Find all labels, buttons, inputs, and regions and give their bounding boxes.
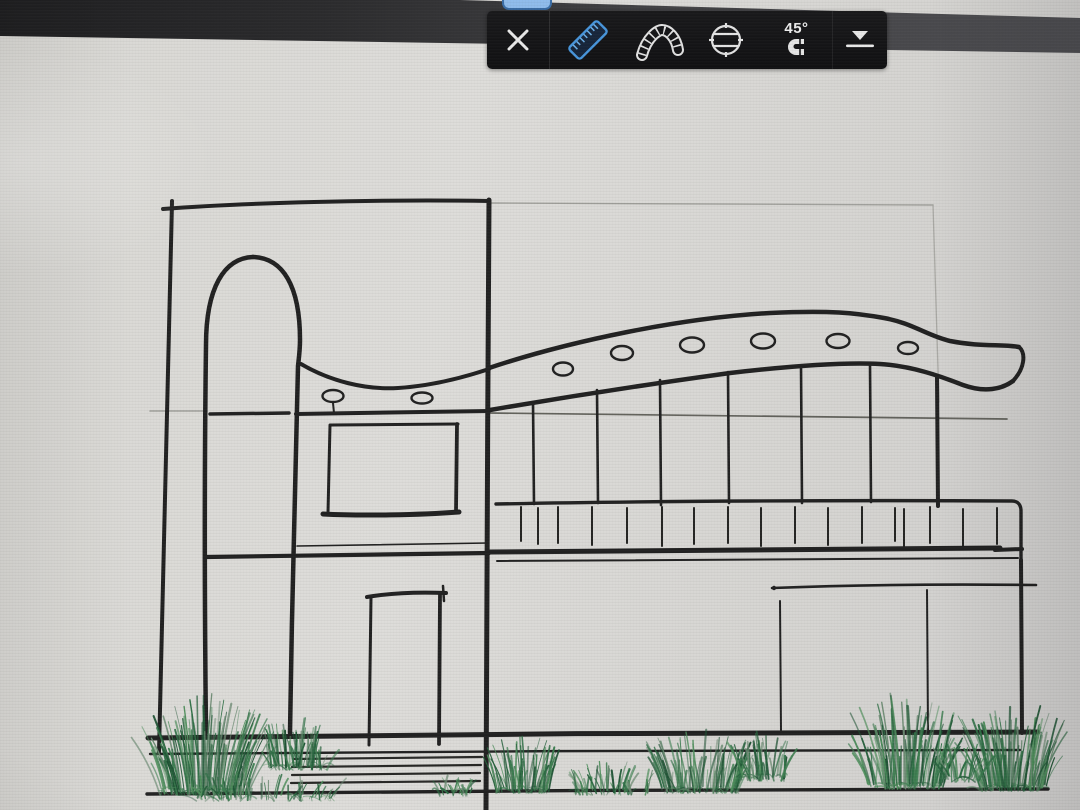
partially-visible-button[interactable]	[502, 0, 552, 10]
ellipse-guide-tool-button[interactable]	[691, 11, 761, 69]
magnet-icon	[784, 36, 808, 58]
french-curve-icon	[632, 16, 684, 64]
ruler-tool-button[interactable]	[550, 11, 626, 69]
tower	[205, 257, 300, 733]
angle-value-label: 45°	[784, 22, 808, 36]
ellipse-guide-icon	[704, 18, 748, 62]
french-curve-tool-button[interactable]	[625, 11, 691, 69]
close-button[interactable]	[487, 11, 550, 69]
storefront	[772, 560, 1036, 733]
collapse-chevron-icon	[843, 29, 877, 51]
screen-photo: 45°	[0, 0, 1080, 810]
building-sketch	[147, 200, 1048, 810]
snap-angle-button[interactable]: 45°	[761, 11, 833, 69]
canopy	[301, 312, 1023, 413]
window	[323, 424, 459, 515]
drawing-guides-toolbar: 45°	[487, 11, 887, 69]
glazing-mullions	[533, 364, 938, 506]
collapse-toolbar-button[interactable]	[832, 11, 887, 69]
drawing-canvas[interactable]	[0, 0, 1080, 810]
guide-lines	[150, 203, 1007, 419]
grass	[132, 694, 1068, 802]
balcony-railing	[490, 501, 1022, 561]
ruler-icon	[564, 16, 612, 64]
close-icon	[496, 18, 540, 62]
door	[367, 586, 446, 745]
